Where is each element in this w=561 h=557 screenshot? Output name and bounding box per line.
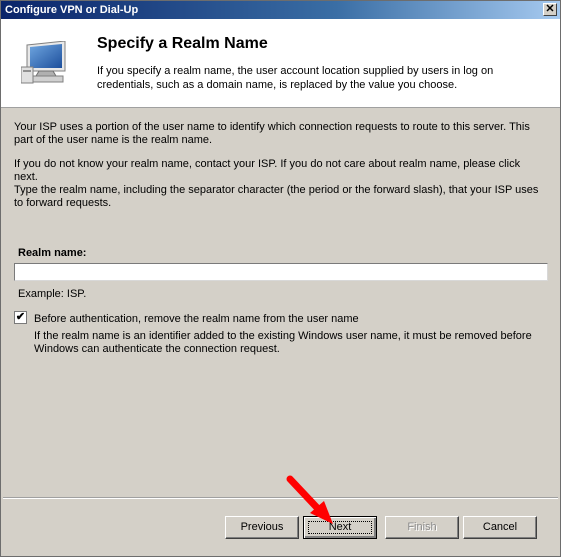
help-paragraph: If you do not know your realm name, cont… [14, 158, 521, 183]
remove-realm-description: If the realm name is an identifier added… [34, 330, 532, 355]
remove-realm-label[interactable]: Before authentication, remove the realm … [34, 313, 359, 325]
wizard-header: Specify a Realm Name If you specify a re… [1, 19, 560, 108]
remove-realm-checkbox[interactable]: ✔ [14, 311, 27, 324]
close-button[interactable]: ✕ [543, 3, 557, 16]
instruction-paragraph: Type the realm name, including the separ… [14, 184, 539, 209]
footer-divider [3, 497, 558, 499]
finish-button[interactable]: Finish [385, 516, 459, 539]
close-icon: ✕ [545, 3, 555, 15]
realm-example-text: Example: ISP. [18, 288, 87, 300]
network-monitor-icon [21, 41, 66, 84]
intro-paragraph: Your ISP uses a portion of the user name… [14, 121, 530, 146]
wizard-window: Configure VPN or Dial-Up ✕ Specify a Rea… [0, 0, 561, 557]
page-description: If you specify a realm name, the user ac… [97, 65, 494, 91]
title-bar[interactable]: Configure VPN or Dial-Up ✕ [1, 1, 560, 19]
realm-name-label: Realm name: [18, 247, 87, 259]
window-title: Configure VPN or Dial-Up [5, 4, 139, 16]
red-arrow-icon [286, 475, 333, 524]
realm-name-input[interactable] [14, 263, 548, 281]
checkmark-icon: ✔ [15, 311, 26, 323]
page-title: Specify a Realm Name [97, 35, 268, 52]
cancel-button[interactable]: Cancel [463, 516, 537, 539]
